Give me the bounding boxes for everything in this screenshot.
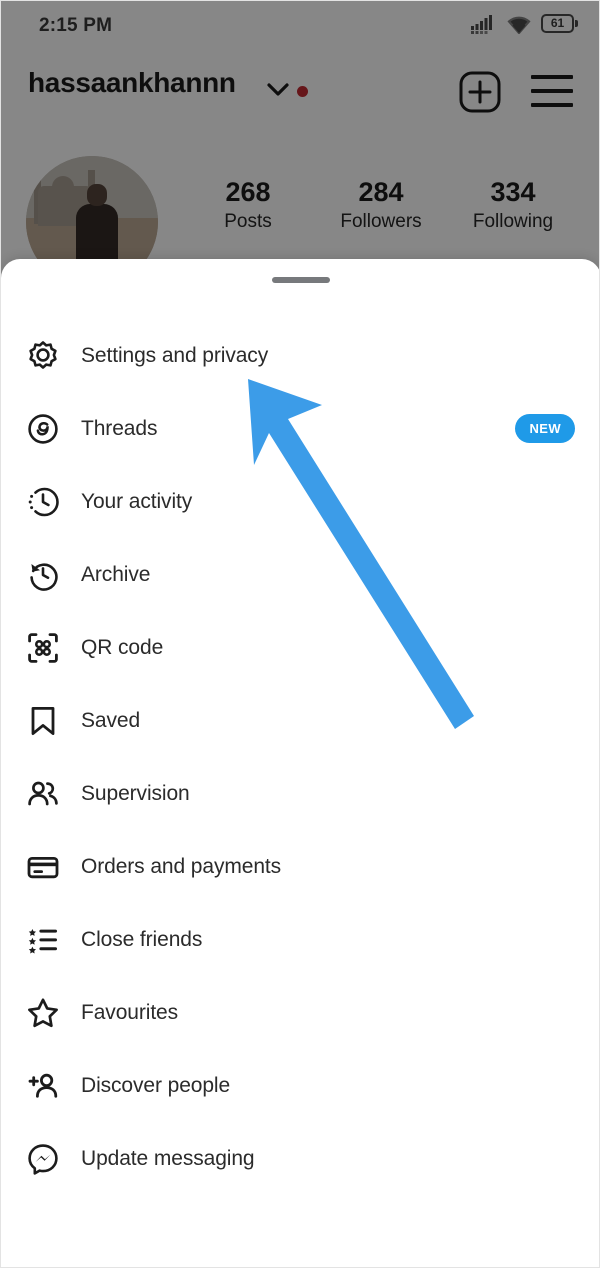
profile-menu-bottom-sheet: Settings and privacy Threads NEW Your ac… xyxy=(1,259,599,1267)
threads-icon xyxy=(23,409,63,449)
menu-item-settings-and-privacy[interactable]: Settings and privacy xyxy=(1,319,599,392)
bookmark-icon xyxy=(23,701,63,741)
new-badge: NEW xyxy=(515,414,575,443)
star-list-icon xyxy=(23,920,63,960)
menu-item-orders-and-payments[interactable]: Orders and payments xyxy=(1,830,599,903)
menu-item-label: Threads xyxy=(81,416,158,440)
menu-item-archive[interactable]: Archive xyxy=(1,538,599,611)
credit-card-icon xyxy=(23,847,63,887)
messenger-icon xyxy=(23,1139,63,1179)
menu-item-label: Settings and privacy xyxy=(81,343,269,367)
menu-item-favourites[interactable]: Favourites xyxy=(1,976,599,1049)
star-icon xyxy=(23,993,63,1033)
menu-item-label: Your activity xyxy=(81,489,193,513)
menu-item-label: Update messaging xyxy=(81,1146,255,1170)
gear-icon xyxy=(23,336,63,376)
qr-code-icon xyxy=(23,628,63,668)
menu-item-supervision[interactable]: Supervision xyxy=(1,757,599,830)
menu-item-label: QR code xyxy=(81,635,164,659)
menu-item-label: Supervision xyxy=(81,781,190,805)
menu-item-label: Orders and payments xyxy=(81,854,282,878)
menu-item-discover-people[interactable]: Discover people xyxy=(1,1049,599,1122)
person-add-icon xyxy=(23,1066,63,1106)
menu-item-threads[interactable]: Threads NEW xyxy=(1,392,599,465)
menu-item-label: Close friends xyxy=(81,927,203,951)
menu-item-label: Favourites xyxy=(81,1000,179,1024)
menu-item-label: Saved xyxy=(81,708,141,732)
drag-handle[interactable] xyxy=(272,277,330,283)
menu-item-label: Archive xyxy=(81,562,151,586)
menu-item-label: Discover people xyxy=(81,1073,231,1097)
phone-screenshot: 2:15 PM 61 hassaankhannn 268 Posts 284 F… xyxy=(0,0,600,1268)
activity-clock-icon xyxy=(23,482,63,522)
menu-item-close-friends[interactable]: Close friends xyxy=(1,903,599,976)
menu-item-qr-code[interactable]: QR code xyxy=(1,611,599,684)
people-icon xyxy=(23,774,63,814)
menu-item-your-activity[interactable]: Your activity xyxy=(1,465,599,538)
menu-item-saved[interactable]: Saved xyxy=(1,684,599,757)
menu-item-update-messaging[interactable]: Update messaging xyxy=(1,1122,599,1195)
menu-list: Settings and privacy Threads NEW Your ac… xyxy=(1,319,599,1195)
archive-clock-icon xyxy=(23,555,63,595)
